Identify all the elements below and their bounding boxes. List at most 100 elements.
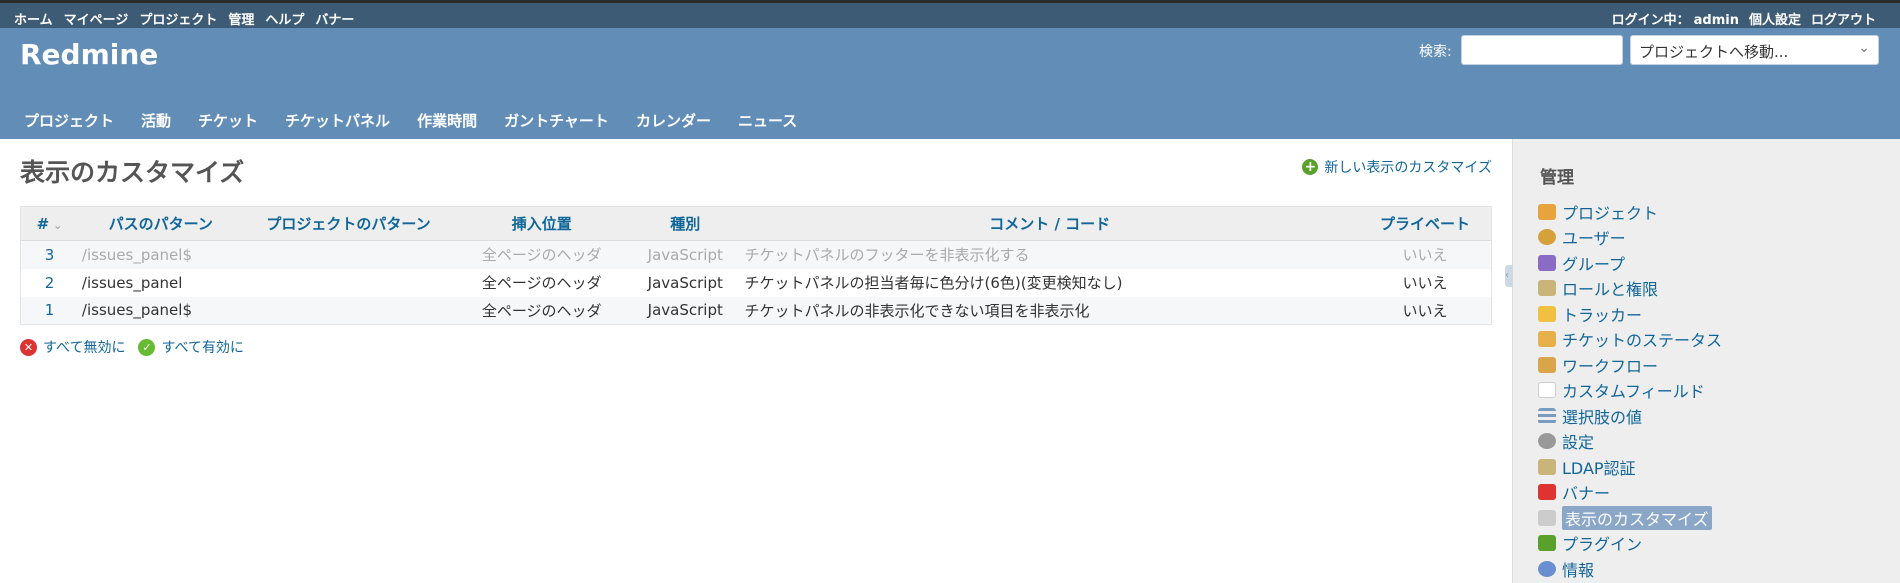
sidebar-item-label: 表示のカスタマイズ bbox=[1562, 505, 1712, 530]
main-menu-issues[interactable]: チケット bbox=[188, 110, 268, 131]
tracker-icon bbox=[1538, 305, 1556, 322]
sidebar-item-issue-statuses[interactable]: チケットのステータス bbox=[1538, 327, 1722, 353]
col-path-header[interactable]: パスのパターン bbox=[77, 206, 244, 241]
main-menu-projects[interactable]: プロジェクト bbox=[14, 110, 124, 131]
disable-icon: ✕ bbox=[20, 338, 37, 356]
row-type: JavaScript bbox=[630, 240, 741, 269]
top-menu-banner[interactable]: バナー bbox=[315, 9, 354, 28]
search-label: 検索: bbox=[1419, 44, 1452, 60]
bulk-actions: ✕ すべて無効に ✓ すべて有効に bbox=[20, 337, 257, 357]
sidebar-item-settings[interactable]: 設定 bbox=[1538, 429, 1722, 455]
table-row: 1 /issues_panel$ 全ページのヘッダ JavaScript チケッ… bbox=[20, 296, 1492, 325]
col-private-header[interactable]: プライベート bbox=[1358, 206, 1492, 241]
sidebar-item-custom-fields[interactable]: カスタムフィールド bbox=[1538, 378, 1722, 404]
sidebar-item-ldap[interactable]: LDAP認証 bbox=[1538, 454, 1722, 480]
sidebar-item-label: グループ bbox=[1562, 254, 1626, 274]
content: 表示のカスタマイズ + 新しい表示のカスタマイズ # ⌄ パスのパターン プロジェ… bbox=[0, 139, 1512, 583]
enable-all-label: すべて有効に bbox=[161, 340, 244, 356]
project-jump-select[interactable]: プロジェクトへ移動... ⌄ bbox=[1630, 35, 1879, 65]
table-row: 3 /issues_panel$ 全ページのヘッダ JavaScript チケッ… bbox=[20, 240, 1492, 269]
banner-icon bbox=[1538, 484, 1556, 501]
my-account-link[interactable]: 個人設定 bbox=[1749, 9, 1801, 28]
row-private: いいえ bbox=[1358, 296, 1492, 325]
row-id-link[interactable]: 3 bbox=[20, 240, 78, 269]
chevron-down-icon: ⌄ bbox=[1858, 40, 1870, 56]
sidebar-item-enumerations[interactable]: 選択肢の値 bbox=[1538, 403, 1722, 429]
header: Redmine 検索: プロジェクトへ移動... ⌄ プロジェクト 活動 チケッ… bbox=[0, 28, 1900, 139]
project-jump-placeholder: プロジェクトへ移動... bbox=[1639, 43, 1789, 61]
row-project bbox=[243, 240, 454, 269]
row-private: いいえ bbox=[1358, 268, 1492, 297]
sidebar-item-info[interactable]: 情報 bbox=[1538, 556, 1722, 582]
enable-all-link[interactable]: ✓ すべて有効に bbox=[138, 337, 244, 357]
top-menu-administration[interactable]: 管理 bbox=[228, 9, 254, 28]
top-menu-help[interactable]: ヘルプ bbox=[265, 9, 304, 28]
admin-menu: プロジェクト ユーザー グループ ロールと権限 トラッカー チケットのステータス… bbox=[1538, 199, 1722, 582]
projects-icon bbox=[1538, 203, 1556, 220]
sidebar-item-users[interactable]: ユーザー bbox=[1538, 225, 1722, 251]
issue-status-icon bbox=[1538, 331, 1556, 348]
sidebar-item-label: トラッカー bbox=[1562, 305, 1643, 325]
sidebar-item-plugins[interactable]: プラグイン bbox=[1538, 531, 1722, 557]
col-type-header[interactable]: 種別 bbox=[630, 206, 741, 241]
app-title[interactable]: Redmine bbox=[20, 38, 158, 71]
row-id-link[interactable]: 1 bbox=[20, 296, 78, 325]
sidebar-item-groups[interactable]: グループ bbox=[1538, 250, 1722, 276]
sidebar-item-label: ロールと権限 bbox=[1562, 280, 1659, 300]
top-menu-my-page[interactable]: マイページ bbox=[64, 9, 129, 28]
logged-as-text: ログイン中： bbox=[1611, 13, 1690, 28]
sidebar-item-label: 選択肢の値 bbox=[1562, 407, 1643, 427]
sidebar-collapse-handle[interactable]: ‹ bbox=[1505, 265, 1513, 287]
row-path: /issues_panel bbox=[77, 268, 244, 297]
main-menu-time-entries[interactable]: 作業時間 bbox=[407, 110, 487, 131]
main-menu-issues-panel[interactable]: チケットパネル bbox=[275, 110, 400, 131]
logout-link[interactable]: ログアウト bbox=[1811, 9, 1876, 28]
top-menu-left: ホーム マイページ プロジェクト 管理 ヘルプ バナー bbox=[14, 9, 365, 28]
user-icon bbox=[1538, 229, 1556, 246]
sidebar-item-roles[interactable]: ロールと権限 bbox=[1538, 276, 1722, 302]
disable-all-link[interactable]: ✕ すべて無効に bbox=[20, 337, 125, 357]
sidebar-item-label: チケットのステータス bbox=[1562, 331, 1723, 351]
table-row: 2 /issues_panel 全ページのヘッダ JavaScript チケット… bbox=[20, 268, 1492, 297]
sidebar-item-label: プラグイン bbox=[1562, 535, 1643, 555]
col-project-header[interactable]: プロジェクトのパターン bbox=[243, 206, 454, 241]
row-position: 全ページのヘッダ bbox=[453, 268, 631, 297]
top-menu: ホーム マイページ プロジェクト 管理 ヘルプ バナー ログイン中： admin … bbox=[0, 0, 1900, 28]
col-comment-header[interactable]: コメント / コード bbox=[740, 206, 1359, 241]
row-type: JavaScript bbox=[630, 296, 741, 325]
add-icon: + bbox=[1302, 159, 1319, 175]
row-comment: チケットパネルの非表示化できない項目を非表示化 bbox=[740, 296, 1359, 325]
new-view-customize-link[interactable]: + 新しい表示のカスタマイズ bbox=[1302, 157, 1492, 177]
sidebar-item-view-customize[interactable]: 表示のカスタマイズ bbox=[1538, 505, 1722, 531]
ldap-icon bbox=[1538, 458, 1556, 475]
sort-desc-icon: ⌄ bbox=[53, 218, 63, 232]
main-menu-gantt[interactable]: ガントチャート bbox=[494, 110, 619, 131]
list-icon bbox=[1538, 407, 1556, 424]
sidebar-item-projects[interactable]: プロジェクト bbox=[1538, 199, 1722, 225]
main-menu: プロジェクト 活動 チケット チケットパネル 作業時間 ガントチャート カレンダ… bbox=[14, 110, 814, 131]
row-position: 全ページのヘッダ bbox=[453, 240, 631, 269]
search-input[interactable] bbox=[1461, 35, 1623, 65]
page-title: 表示のカスタマイズ bbox=[20, 158, 245, 187]
sidebar-item-label: 設定 bbox=[1562, 433, 1595, 453]
sidebar-item-banner[interactable]: バナー bbox=[1538, 480, 1722, 506]
row-private: いいえ bbox=[1358, 240, 1492, 269]
row-path: /issues_panel$ bbox=[77, 240, 244, 269]
view-customize-table: # ⌄ パスのパターン プロジェクトのパターン 挿入位置 種別 コメント / コー… bbox=[20, 206, 1492, 325]
info-icon bbox=[1538, 560, 1556, 577]
sidebar-item-trackers[interactable]: トラッカー bbox=[1538, 301, 1722, 327]
col-position-header[interactable]: 挿入位置 bbox=[453, 206, 631, 241]
new-view-customize-label: 新しい表示のカスタマイズ bbox=[1324, 160, 1492, 176]
sidebar-item-label: ユーザー bbox=[1562, 229, 1626, 249]
col-id-label: # bbox=[36, 214, 50, 233]
main-menu-activity[interactable]: 活動 bbox=[131, 110, 181, 131]
row-project bbox=[243, 296, 454, 325]
row-id-link[interactable]: 2 bbox=[20, 268, 78, 297]
col-id-header[interactable]: # ⌄ bbox=[20, 206, 78, 241]
top-menu-home[interactable]: ホーム bbox=[14, 9, 53, 28]
main-menu-calendar[interactable]: カレンダー bbox=[626, 110, 721, 131]
top-menu-projects[interactable]: プロジェクト bbox=[139, 9, 217, 28]
logged-user-link[interactable]: admin bbox=[1694, 13, 1739, 28]
main-menu-news[interactable]: ニュース bbox=[728, 110, 807, 131]
sidebar-item-workflows[interactable]: ワークフロー bbox=[1538, 352, 1722, 378]
